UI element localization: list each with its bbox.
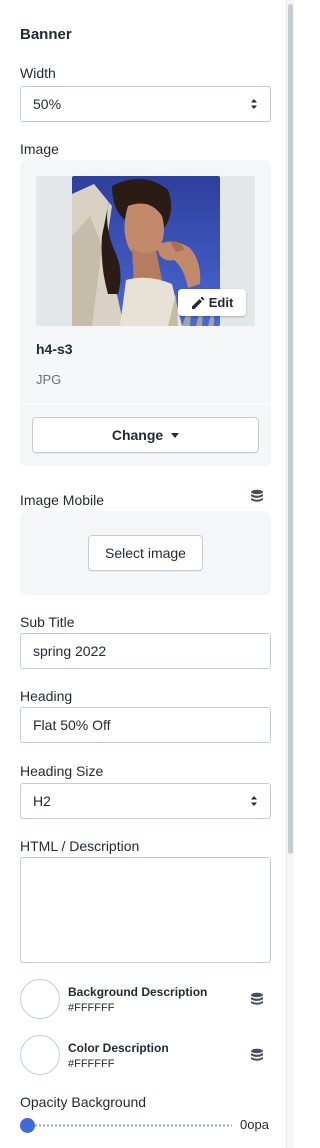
pencil-icon: [191, 296, 204, 309]
width-select[interactable]: 50%: [20, 86, 271, 122]
opacity-slider-value: 0opa: [240, 1117, 269, 1132]
edit-image-button[interactable]: Edit: [178, 289, 246, 316]
image-thumbnail-frame: Edit: [36, 176, 255, 326]
database-icon[interactable]: [250, 1048, 264, 1062]
opacity-slider-thumb[interactable]: [20, 1118, 35, 1133]
color-description-swatch[interactable]: [20, 1035, 60, 1075]
heading-label: Heading: [20, 688, 73, 704]
edit-image-label: Edit: [208, 295, 234, 310]
color-description-hex: #FFFFFF: [68, 1058, 115, 1070]
database-icon[interactable]: [250, 489, 264, 503]
section-title: Banner: [20, 26, 72, 43]
description-textarea[interactable]: [20, 857, 271, 963]
background-description-hex: #FFFFFF: [68, 1002, 115, 1014]
change-image-button[interactable]: Change: [32, 417, 259, 453]
scrollbar-thumb[interactable]: [288, 4, 293, 854]
heading-input[interactable]: Flat 50% Off: [20, 707, 271, 743]
change-image-label: Change: [111, 427, 164, 443]
description-label: HTML / Description: [20, 838, 140, 854]
opacity-background-label: Opacity Background: [20, 1094, 147, 1110]
sub-title-input[interactable]: spring 2022: [20, 633, 271, 669]
settings-panel: Banner Width 50% Image Edit h4-s3 JPG Ch…: [0, 0, 286, 1148]
sub-title-label: Sub Title: [20, 614, 75, 630]
opacity-slider-track[interactable]: [26, 1124, 232, 1127]
heading-value: Flat 50% Off: [33, 717, 111, 733]
image-file-type: JPG: [36, 372, 62, 387]
image-file-name: h4-s3: [36, 341, 73, 357]
sub-title-value: spring 2022: [33, 643, 107, 659]
heading-size-label: Heading Size: [20, 763, 104, 779]
heading-size-value: H2: [33, 793, 51, 809]
image-label: Image: [20, 141, 59, 157]
width-select-value: 50%: [33, 96, 62, 112]
vertical-scrollbar[interactable]: [286, 0, 294, 1148]
database-icon[interactable]: [250, 992, 264, 1006]
color-description-title: Color Description: [68, 1041, 169, 1055]
image-mobile-card: Select image: [20, 511, 271, 595]
image-card: Edit h4-s3 JPG Change: [20, 160, 271, 466]
background-description-title: Background Description: [68, 985, 208, 999]
caret-down-icon: [171, 432, 180, 438]
background-description-swatch[interactable]: [20, 979, 60, 1019]
select-image-label: Select image: [105, 545, 186, 561]
select-image-button[interactable]: Select image: [88, 535, 203, 571]
select-arrows-icon: [251, 99, 257, 109]
width-label: Width: [20, 65, 56, 81]
heading-size-select[interactable]: H2: [20, 783, 271, 819]
image-mobile-label: Image Mobile: [20, 492, 105, 508]
select-arrows-icon: [251, 796, 257, 806]
